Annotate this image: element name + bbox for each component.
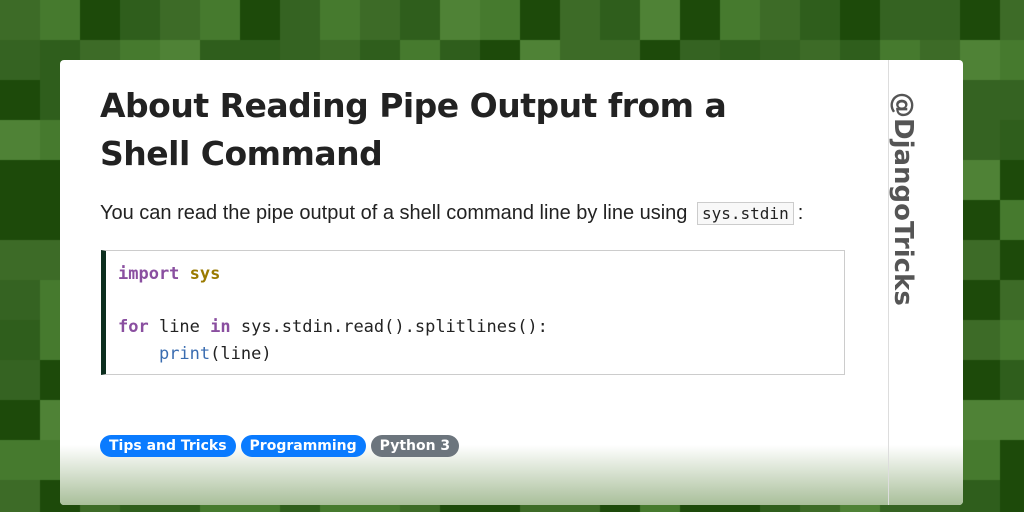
article-card: About Reading Pipe Output from a Shell C… bbox=[60, 60, 963, 505]
twitter-handle: @DjangoTricks bbox=[888, 92, 918, 306]
module-name: sys bbox=[189, 264, 221, 284]
code-text: sys.stdin.read().splitlines(): bbox=[230, 317, 548, 337]
inline-code: sys.stdin bbox=[697, 202, 794, 225]
tag-python-3[interactable]: Python 3 bbox=[370, 435, 460, 457]
tag-list: Tips and Tricks Programming Python 3 bbox=[100, 435, 460, 457]
tag-programming[interactable]: Programming bbox=[240, 435, 366, 457]
code-text: line bbox=[148, 317, 211, 337]
code-text: (line) bbox=[210, 343, 272, 364]
tag-tips-and-tricks[interactable]: Tips and Tricks bbox=[100, 435, 236, 457]
intro-sentence: You can read the pipe output of a shell … bbox=[100, 202, 688, 224]
keyword: in bbox=[210, 317, 231, 337]
keyword: for bbox=[118, 317, 149, 337]
code-block: import sys for line in sys.stdin.read().… bbox=[101, 250, 845, 375]
page-title: About Reading Pipe Output from a Shell C… bbox=[100, 86, 727, 173]
builtin: print bbox=[158, 343, 211, 364]
intro-suffix: : bbox=[797, 202, 804, 224]
keyword: import bbox=[118, 264, 180, 284]
intro-text: You can read the pipe output of a shell … bbox=[100, 202, 803, 225]
